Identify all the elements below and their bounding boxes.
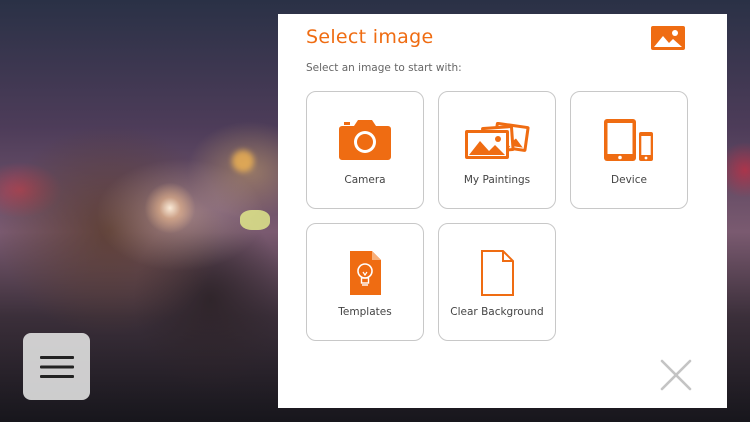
close-icon[interactable] [659, 358, 693, 392]
my-paintings-option[interactable]: My Paintings [438, 91, 556, 209]
select-image-dialog: Select image Select an image to start wi… [278, 14, 727, 408]
bokeh-light [232, 150, 254, 172]
camera-option[interactable]: Camera [306, 91, 424, 209]
menu-button[interactable] [23, 333, 90, 400]
sparkler-glow [140, 178, 200, 238]
bokeh-light [240, 210, 270, 230]
option-label: Clear Background [450, 306, 544, 318]
template-icon [350, 251, 381, 295]
option-label: Device [611, 174, 647, 186]
dialog-title: Select image [306, 26, 434, 48]
camera-icon [339, 120, 391, 160]
clear-background-option[interactable]: Clear Background [438, 223, 556, 341]
image-icon [651, 26, 685, 50]
blank-page-icon [481, 250, 514, 296]
templates-option[interactable]: Templates [306, 223, 424, 341]
device-icon [604, 119, 653, 161]
option-label: My Paintings [463, 174, 531, 186]
dialog-subtitle: Select an image to start with: [306, 62, 462, 74]
paintings-icon [465, 122, 530, 159]
hamburger-icon [39, 355, 74, 378]
device-option[interactable]: Device [570, 91, 688, 209]
option-label: Templates [338, 306, 392, 318]
option-label: Camera [344, 174, 386, 186]
